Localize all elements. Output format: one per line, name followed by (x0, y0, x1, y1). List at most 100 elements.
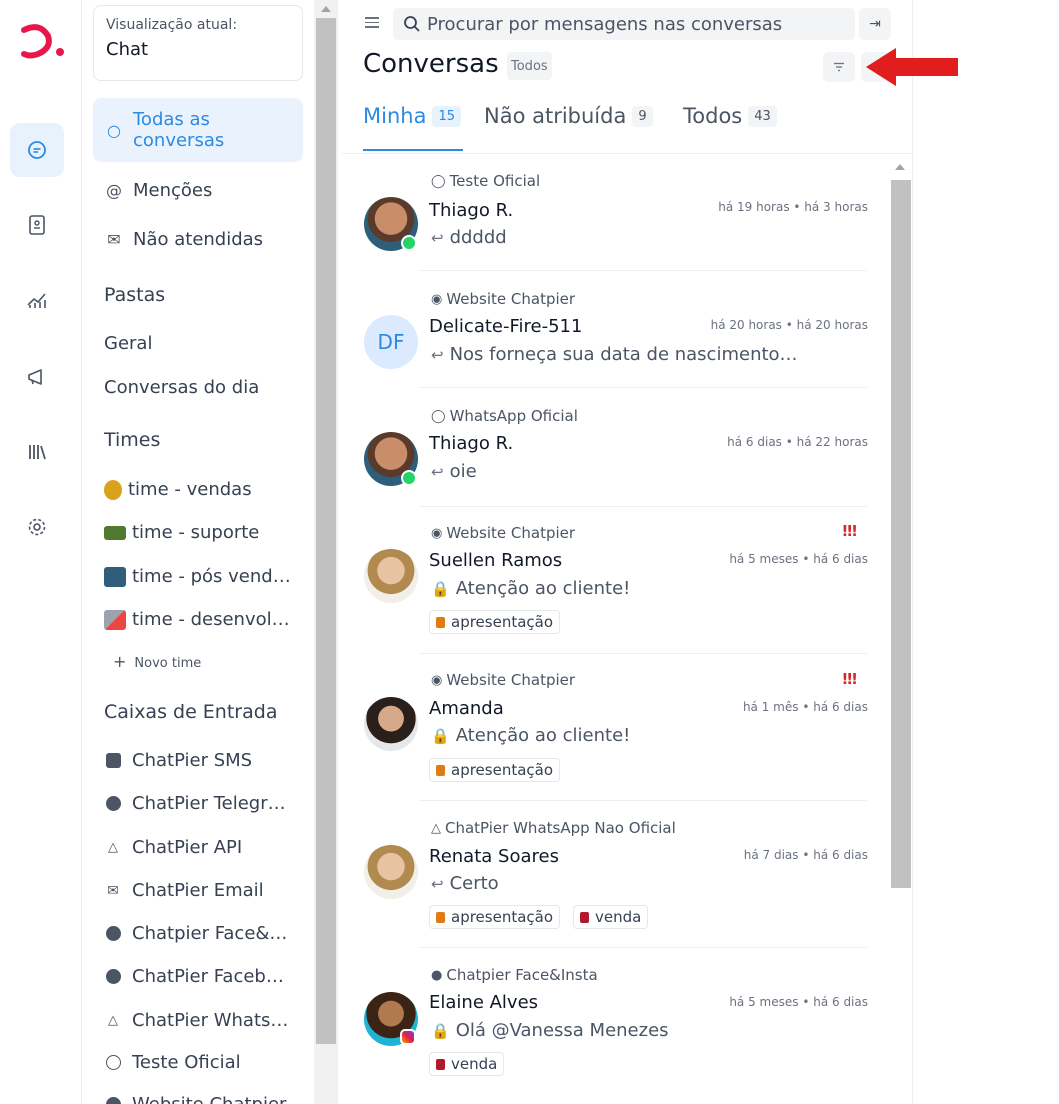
avatar (364, 845, 418, 899)
contact-name: Suellen Ramos (429, 550, 563, 571)
inbox-label: ChatPier API (132, 837, 243, 858)
library-nav-button[interactable] (10, 425, 64, 479)
conversation-divider (419, 653, 867, 654)
tab-count-badge: 15 (432, 105, 461, 127)
conversation-item[interactable]: △ ChatPier WhatsApp Nao Oficial Renata So… (341, 808, 886, 950)
sidebar-scrollbar-thumb[interactable] (316, 18, 336, 1044)
conversation-item[interactable]: ◉ Website Chatpier DF Delicate-Fire-511 h… (341, 278, 886, 390)
menu-toggle-icon[interactable] (365, 17, 379, 31)
conversation-time: há 20 horas • há 20 horas (710, 318, 868, 332)
sidebar-item-label: Menções (133, 179, 213, 201)
contact-book-icon (29, 215, 45, 235)
conversation-time: há 1 mês • há 6 dias (742, 700, 868, 714)
folder-item[interactable]: Geral (104, 333, 152, 354)
inbox-name: Chatpier Face&Insta (446, 966, 598, 984)
lock-icon: 🔒 (431, 1021, 450, 1040)
inbox-item-api[interactable]: △ ChatPier API (104, 837, 294, 858)
message-text: Certo (449, 873, 499, 894)
filter-button[interactable] (823, 52, 855, 82)
conversation-label[interactable]: apresentação (429, 758, 561, 782)
inbox-label: Website Chatpier (132, 1094, 286, 1104)
conversation-item[interactable]: ◯ Teste Oficial Thiago R. há 19 horas • h… (341, 160, 886, 272)
inbox-item-facebook[interactable]: ChatPier Faceb… (104, 966, 294, 987)
brand-logo[interactable] (18, 22, 68, 62)
new-team-button[interactable]: + Novo time (113, 652, 201, 671)
globe-icon: ◉ (431, 291, 443, 307)
last-message: ↩ Certo (431, 873, 499, 894)
message-text: oie (449, 461, 477, 482)
conversation-list-scrollbar-thumb[interactable] (891, 180, 911, 888)
team-item-sales[interactable]: time - vendas (104, 479, 294, 500)
sidebar-item-label: Todas as conversas (133, 109, 225, 151)
inbox-item-sms[interactable]: ChatPier SMS (104, 750, 294, 771)
conversation-label[interactable]: apresentação (429, 905, 561, 929)
reports-nav-button[interactable] (10, 273, 64, 327)
conversation-label[interactable]: venda (573, 905, 649, 929)
page-title: Conversas (363, 49, 499, 79)
last-message: 🔒 Atenção ao cliente! (431, 725, 630, 746)
inbox-item-telegram[interactable]: ChatPier Telegr… (104, 793, 294, 814)
computer-icon (104, 566, 126, 587)
inbox-item-whatsapp[interactable]: △ ChatPier Whats… (104, 1010, 294, 1031)
scroll-up-arrow-icon[interactable] (895, 164, 905, 170)
folder-item[interactable]: Conversas do dia (104, 377, 259, 398)
whatsapp-icon (104, 1054, 122, 1072)
team-item-support[interactable]: time - suporte (104, 522, 294, 543)
tab-all[interactable]: Todos 43 (683, 104, 777, 128)
inbox-label: ChatPier Telegr… (132, 793, 286, 814)
conversation-item[interactable]: ◉ Website Chatpier !!! Amanda há 1 mês • … (341, 660, 886, 802)
truck-icon (104, 525, 126, 540)
tab-count-badge: 43 (748, 105, 777, 127)
conversation-inbox: ◯ Teste Oficial (431, 172, 540, 190)
inbox-label: Chatpier Face&… (132, 923, 288, 944)
collapse-panel-button[interactable]: ⇥ (859, 8, 891, 40)
campaigns-nav-button[interactable] (10, 350, 64, 404)
label-color-dot (436, 764, 445, 776)
inbox-item-face-insta[interactable]: Chatpier Face&… (104, 923, 294, 944)
inbox-name: Website Chatpier (446, 290, 576, 308)
current-view-value: Chat (106, 39, 149, 60)
conversation-label[interactable]: apresentação (429, 610, 561, 634)
inbox-item-website[interactable]: Website Chatpier (104, 1094, 294, 1104)
current-view-selector[interactable]: Visualização atual: Chat (93, 5, 303, 81)
status-filter-badge[interactable]: Todos (507, 52, 552, 80)
inbox-item-email[interactable]: ✉ ChatPier Email (104, 880, 294, 901)
conversation-inbox: ◯ WhatsApp Oficial (431, 407, 578, 425)
team-label: time - pós vend… (132, 566, 291, 587)
conversation-divider (419, 506, 867, 507)
inbox-name: ChatPier WhatsApp Nao Oficial (445, 819, 676, 837)
label-color-dot (436, 1058, 445, 1070)
label-text: venda (451, 1055, 498, 1073)
money-bag-icon (104, 479, 122, 500)
conversation-divider (419, 800, 867, 801)
team-item-after-sales[interactable]: time - pós vend… (104, 566, 294, 587)
sidebar-item-unattended[interactable]: ✉ Não atendidas (93, 227, 303, 251)
label-color-dot (436, 616, 445, 628)
scroll-up-arrow-icon[interactable] (321, 6, 331, 12)
tab-mine[interactable]: Minha 15 (363, 104, 461, 128)
conversation-item[interactable]: ◯ WhatsApp Oficial Thiago R. há 6 dias • … (341, 395, 886, 507)
inbox-item-teste-oficial[interactable]: Teste Oficial (104, 1052, 294, 1073)
sidebar-item-mentions[interactable]: @ Menções (93, 178, 303, 202)
conversation-item[interactable]: ● Chatpier Face&Insta Elaine Alves há 5 m… (341, 955, 886, 1097)
conversation-label[interactable]: venda (429, 1052, 505, 1076)
conversation-item[interactable]: ◉ Website Chatpier !!! Suellen Ramos há 5… (341, 512, 886, 654)
sidebar-item-label: Não atendidas (133, 228, 264, 250)
conversations-nav-button[interactable] (10, 123, 64, 177)
team-label: time - desenvol… (132, 609, 290, 630)
whatsapp-badge-icon (401, 235, 417, 251)
active-tab-indicator (363, 149, 463, 151)
teams-section-title: Times (104, 429, 161, 451)
conversation-inbox: ◉ Website Chatpier (431, 290, 575, 308)
chat-bubble-icon: ○ (107, 120, 121, 140)
sidebar-item-all-conversations[interactable]: ○ Todas as conversas (93, 98, 303, 162)
search-bar[interactable] (393, 8, 855, 40)
search-input[interactable] (427, 13, 847, 35)
team-item-development[interactable]: time - desenvol… (104, 609, 294, 630)
settings-nav-button[interactable] (10, 500, 64, 554)
globe-icon: ◉ (431, 525, 443, 541)
contacts-nav-button[interactable] (10, 198, 64, 252)
tab-unassigned[interactable]: Não atribuída 9 (484, 104, 653, 128)
conversation-list-panel: ⇥ Conversas Todos Minha 15 Não atribuída… (341, 0, 913, 1104)
search-icon (404, 16, 420, 32)
